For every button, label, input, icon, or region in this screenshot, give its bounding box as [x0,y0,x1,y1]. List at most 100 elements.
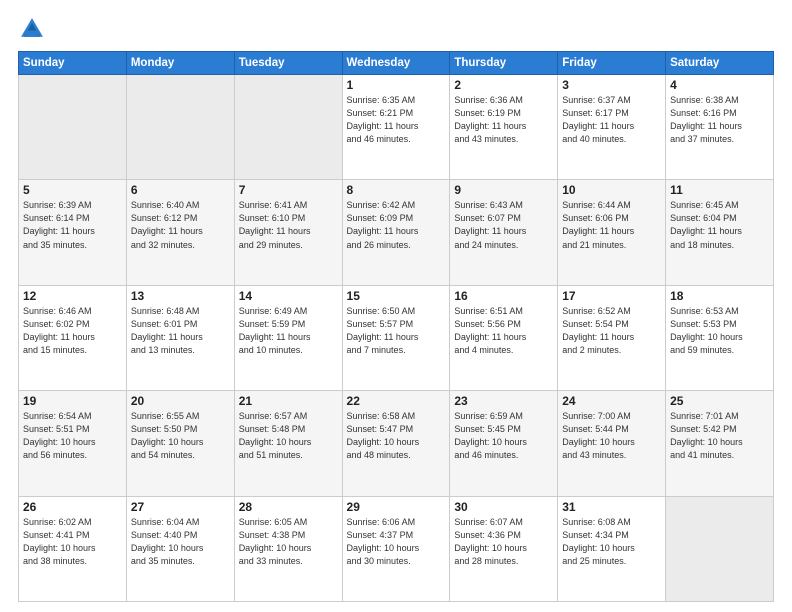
calendar-cell: 17 Sunrise: 6:52 AM Sunset: 5:54 PM Dayli… [558,285,666,390]
calendar-cell: 15Sunrise: 6:50 AM Sunset: 5:57 PM Dayli… [342,285,450,390]
day-number: 30 [454,500,553,514]
day-info: Sunrise: 6:02 AM Sunset: 4:41 PM Dayligh… [23,516,122,568]
calendar-week-row: 12 Sunrise: 6:46 AM Sunset: 6:02 PM Dayli… [19,285,774,390]
calendar-cell: 16 Sunrise: 6:51 AM Sunset: 5:56 PM Dayli… [450,285,558,390]
calendar-cell: 13 Sunrise: 6:48 AM Sunset: 6:01 PM Dayli… [126,285,234,390]
day-number: 10 [562,183,661,197]
day-info: Sunrise: 6:59 AM Sunset: 5:45 PM Dayligh… [454,410,553,462]
calendar-cell [126,75,234,180]
day-number: 16 [454,289,553,303]
day-number: 25 [670,394,769,408]
day-number: 29 [347,500,446,514]
day-number: 9 [454,183,553,197]
calendar-cell: 30 Sunrise: 6:07 AM Sunset: 4:36 PM Dayli… [450,496,558,601]
calendar-table: SundayMondayTuesdayWednesdayThursdayFrid… [18,51,774,602]
calendar-cell: 22 Sunrise: 6:58 AM Sunset: 5:47 PM Dayli… [342,391,450,496]
day-number: 7 [239,183,338,197]
day-info: Sunrise: 6:55 AM Sunset: 5:50 PM Dayligh… [131,410,230,462]
page: SundayMondayTuesdayWednesdayThursdayFrid… [0,0,792,612]
calendar-cell: 20 Sunrise: 6:55 AM Sunset: 5:50 PM Dayli… [126,391,234,496]
day-number: 23 [454,394,553,408]
day-number: 5 [23,183,122,197]
calendar-cell: 25Sunrise: 7:01 AM Sunset: 5:42 PM Dayli… [666,391,774,496]
calendar-cell [19,75,127,180]
day-number: 12 [23,289,122,303]
day-info: Sunrise: 6:35 AM Sunset: 6:21 PM Dayligh… [347,94,446,146]
calendar-cell: 9 Sunrise: 6:43 AM Sunset: 6:07 PM Daylig… [450,180,558,285]
day-number: 11 [670,183,769,197]
day-number: 1 [347,78,446,92]
calendar-cell: 19Sunrise: 6:54 AM Sunset: 5:51 PM Dayli… [19,391,127,496]
calendar-cell: 24 Sunrise: 7:00 AM Sunset: 5:44 PM Dayli… [558,391,666,496]
calendar-cell: 18 Sunrise: 6:53 AM Sunset: 5:53 PM Dayli… [666,285,774,390]
calendar-cell: 31 Sunrise: 6:08 AM Sunset: 4:34 PM Dayli… [558,496,666,601]
day-number: 17 [562,289,661,303]
day-number: 8 [347,183,446,197]
day-number: 20 [131,394,230,408]
day-info: Sunrise: 6:49 AM Sunset: 5:59 PM Dayligh… [239,305,338,357]
logo-icon [18,15,46,43]
day-number: 28 [239,500,338,514]
weekday-header-saturday: Saturday [666,52,774,75]
day-number: 6 [131,183,230,197]
calendar-cell: 6Sunrise: 6:40 AM Sunset: 6:12 PM Daylig… [126,180,234,285]
calendar-cell: 5Sunrise: 6:39 AM Sunset: 6:14 PM Daylig… [19,180,127,285]
day-number: 19 [23,394,122,408]
day-info: Sunrise: 6:42 AM Sunset: 6:09 PM Dayligh… [347,199,446,251]
weekday-header-sunday: Sunday [19,52,127,75]
day-info: Sunrise: 6:48 AM Sunset: 6:01 PM Dayligh… [131,305,230,357]
day-info: Sunrise: 6:41 AM Sunset: 6:10 PM Dayligh… [239,199,338,251]
day-info: Sunrise: 6:43 AM Sunset: 6:07 PM Dayligh… [454,199,553,251]
header [18,15,774,43]
calendar-cell: 14Sunrise: 6:49 AM Sunset: 5:59 PM Dayli… [234,285,342,390]
day-info: Sunrise: 7:00 AM Sunset: 5:44 PM Dayligh… [562,410,661,462]
calendar-cell: 23 Sunrise: 6:59 AM Sunset: 5:45 PM Dayli… [450,391,558,496]
calendar-cell: 12 Sunrise: 6:46 AM Sunset: 6:02 PM Dayli… [19,285,127,390]
calendar-cell: 11Sunrise: 6:45 AM Sunset: 6:04 PM Dayli… [666,180,774,285]
calendar-cell: 2 Sunrise: 6:36 AM Sunset: 6:19 PM Daylig… [450,75,558,180]
calendar-cell: 26 Sunrise: 6:02 AM Sunset: 4:41 PM Dayli… [19,496,127,601]
day-info: Sunrise: 6:37 AM Sunset: 6:17 PM Dayligh… [562,94,661,146]
day-info: Sunrise: 6:05 AM Sunset: 4:38 PM Dayligh… [239,516,338,568]
day-number: 27 [131,500,230,514]
calendar-cell: 27 Sunrise: 6:04 AM Sunset: 4:40 PM Dayli… [126,496,234,601]
weekday-header-wednesday: Wednesday [342,52,450,75]
weekday-header-friday: Friday [558,52,666,75]
day-number: 13 [131,289,230,303]
day-info: Sunrise: 6:53 AM Sunset: 5:53 PM Dayligh… [670,305,769,357]
calendar-cell: 10 Sunrise: 6:44 AM Sunset: 6:06 PM Dayli… [558,180,666,285]
day-info: Sunrise: 6:51 AM Sunset: 5:56 PM Dayligh… [454,305,553,357]
calendar-week-row: 1 Sunrise: 6:35 AM Sunset: 6:21 PM Daylig… [19,75,774,180]
logo [18,15,48,43]
calendar-week-row: 5Sunrise: 6:39 AM Sunset: 6:14 PM Daylig… [19,180,774,285]
day-number: 26 [23,500,122,514]
day-info: Sunrise: 6:07 AM Sunset: 4:36 PM Dayligh… [454,516,553,568]
day-info: Sunrise: 6:08 AM Sunset: 4:34 PM Dayligh… [562,516,661,568]
day-info: Sunrise: 6:44 AM Sunset: 6:06 PM Dayligh… [562,199,661,251]
calendar-cell: 29 Sunrise: 6:06 AM Sunset: 4:37 PM Dayli… [342,496,450,601]
day-number: 24 [562,394,661,408]
day-number: 2 [454,78,553,92]
day-info: Sunrise: 6:52 AM Sunset: 5:54 PM Dayligh… [562,305,661,357]
day-number: 21 [239,394,338,408]
day-info: Sunrise: 6:57 AM Sunset: 5:48 PM Dayligh… [239,410,338,462]
day-number: 3 [562,78,661,92]
day-info: Sunrise: 6:50 AM Sunset: 5:57 PM Dayligh… [347,305,446,357]
weekday-header-row: SundayMondayTuesdayWednesdayThursdayFrid… [19,52,774,75]
calendar-cell: 28 Sunrise: 6:05 AM Sunset: 4:38 PM Dayli… [234,496,342,601]
day-info: Sunrise: 6:46 AM Sunset: 6:02 PM Dayligh… [23,305,122,357]
day-info: Sunrise: 6:58 AM Sunset: 5:47 PM Dayligh… [347,410,446,462]
day-number: 18 [670,289,769,303]
day-number: 4 [670,78,769,92]
calendar-cell: 8 Sunrise: 6:42 AM Sunset: 6:09 PM Daylig… [342,180,450,285]
calendar-week-row: 19Sunrise: 6:54 AM Sunset: 5:51 PM Dayli… [19,391,774,496]
day-number: 22 [347,394,446,408]
day-info: Sunrise: 6:04 AM Sunset: 4:40 PM Dayligh… [131,516,230,568]
day-number: 31 [562,500,661,514]
calendar-cell: 3 Sunrise: 6:37 AM Sunset: 6:17 PM Daylig… [558,75,666,180]
weekday-header-monday: Monday [126,52,234,75]
day-info: Sunrise: 6:36 AM Sunset: 6:19 PM Dayligh… [454,94,553,146]
day-info: Sunrise: 6:06 AM Sunset: 4:37 PM Dayligh… [347,516,446,568]
calendar-cell: 1 Sunrise: 6:35 AM Sunset: 6:21 PM Daylig… [342,75,450,180]
calendar-cell: 4Sunrise: 6:38 AM Sunset: 6:16 PM Daylig… [666,75,774,180]
